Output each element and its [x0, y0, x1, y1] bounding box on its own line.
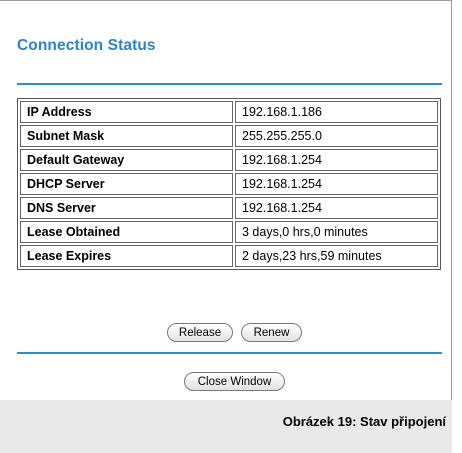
lease-expires-value: 2 days,23 hrs,59 minutes — [235, 245, 438, 267]
dhcp-server-label: DHCP Server — [20, 173, 233, 195]
title-divider — [17, 83, 442, 85]
table-row: Lease Expires 2 days,23 hrs,59 minutes — [20, 245, 438, 267]
table-row: Default Gateway 192.168.1.254 — [20, 149, 438, 171]
lease-expires-label: Lease Expires — [20, 245, 233, 267]
table-row: DNS Server 192.168.1.254 — [20, 197, 438, 219]
connection-status-table: IP Address 192.168.1.186 Subnet Mask 255… — [17, 98, 441, 270]
release-button[interactable]: Release — [167, 323, 233, 342]
page-title: Connection Status — [17, 37, 156, 54]
close-window-button[interactable]: Close Window — [184, 372, 285, 391]
renew-button[interactable]: Renew — [241, 323, 302, 342]
default-gateway-label: Default Gateway — [20, 149, 233, 171]
lease-obtained-label: Lease Obtained — [20, 221, 233, 243]
table-row: DHCP Server 192.168.1.254 — [20, 173, 438, 195]
figure-caption-band: Obrázek 19: Stav připojení — [0, 400, 452, 453]
figure-caption: Obrázek 19: Stav připojení — [282, 414, 446, 429]
buttons-divider — [17, 352, 442, 354]
table-row: IP Address 192.168.1.186 — [20, 101, 438, 123]
table-row: Subnet Mask 255.255.255.0 — [20, 125, 438, 147]
subnet-mask-value: 255.255.255.0 — [235, 125, 438, 147]
dns-server-label: DNS Server — [20, 197, 233, 219]
default-gateway-value: 192.168.1.254 — [235, 149, 438, 171]
ip-address-value: 192.168.1.186 — [235, 101, 438, 123]
table-row: Lease Obtained 3 days,0 hrs,0 minutes — [20, 221, 438, 243]
ip-address-label: IP Address — [20, 101, 233, 123]
dhcp-server-value: 192.168.1.254 — [235, 173, 438, 195]
lease-obtained-value: 3 days,0 hrs,0 minutes — [235, 221, 438, 243]
dns-server-value: 192.168.1.254 — [235, 197, 438, 219]
subnet-mask-label: Subnet Mask — [20, 125, 233, 147]
